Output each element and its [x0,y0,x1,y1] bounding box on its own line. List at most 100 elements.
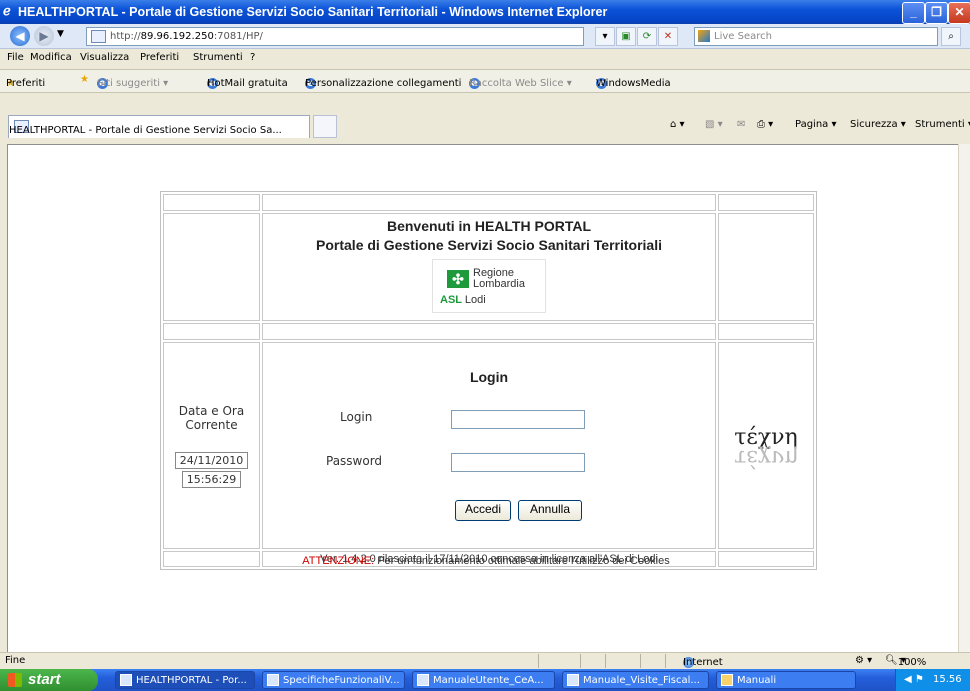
status-divider [538,654,539,668]
tab-row: HEALTHPORTAL - Portale di Gestione Servi… [0,93,970,144]
taskbar-item-manuale-visite[interactable]: Manuale_Visite_Fiscal... [562,671,709,689]
compatibility-icon[interactable]: ▣ [616,27,636,46]
fav-label: WindowsMedia [596,78,671,89]
taskbar-item-healthportal[interactable]: HEALTHPORTAL - Por... [115,671,255,689]
region-name: Regione Lombardia [473,267,525,290]
tab-title: HEALTHPORTAL - Portale di Gestione Servi… [9,125,282,136]
zone-label: Internet [683,657,723,668]
datetime-label: Data e Ora Corrente [178,403,245,432]
login-label: Login [340,410,373,424]
tools-menu[interactable]: Strumenti ▾ [915,119,970,130]
header-left-cell [163,213,260,321]
spacer-cell [262,323,716,340]
accedi-button[interactable]: Accedi [455,500,511,521]
page-content: Benvenuti in HEALTH PORTAL Portale di Ge… [7,144,962,654]
stop-button[interactable]: ✕ [658,27,678,46]
document-icon [267,674,279,686]
favorites-bar: ★ Preferiti ★ e Siti suggeriti ▾ e HotMail… [0,70,970,93]
task-label: HEALTHPORTAL - Por... [136,675,247,686]
spacer-cell [718,323,814,340]
start-button[interactable]: start [0,669,98,691]
techne-logo-cell: τέχνη τέχνη [718,342,814,549]
asl-lodi-logo: ✣ Regione Lombardia ASL Lodi [432,259,546,313]
minimize-button[interactable]: _ [902,2,925,24]
login-input[interactable] [451,410,585,429]
document-icon [567,674,579,686]
refresh-button[interactable]: ⟳ [637,27,657,46]
search-placeholder: Live Search [714,31,772,42]
zoom-level: 100% [897,657,927,668]
portal-subtitle: Portale di Gestione Servizi Socio Sanita… [316,237,662,253]
home-icon[interactable]: ⌂ ▾ [670,119,685,130]
fav-label: Siti suggeriti ▾ [97,78,169,89]
spacer-cell [718,194,814,211]
fav-label: Raccolta Web Slice ▾ [469,78,572,89]
favorites-label: Preferiti [6,78,46,89]
menu-bar: File Modifica Visualizza Preferiti Strum… [0,49,970,70]
menu-visualizza[interactable]: Visualizza [80,52,129,63]
status-divider [665,654,666,668]
menu-modifica[interactable]: Modifica [30,52,72,63]
url-prefix: http:// [110,31,141,42]
recent-pages-dropdown-icon[interactable]: ▼ [57,29,64,39]
window-title-bar[interactable]: ℯ HEALTHPORTAL - Portale di Gestione Ser… [0,0,970,24]
ie-icon: ℯ [3,3,11,18]
page-menu[interactable]: Pagina ▾ [795,119,837,130]
url-path: :7081/HP/ [213,31,263,42]
network-icon[interactable]: ◀ ⚑ [904,674,924,685]
header-right-cell [718,213,814,321]
ie-icon [120,674,132,686]
spacer-cell [163,194,260,211]
page-icon [91,29,106,43]
current-time: 15:56:29 [181,470,242,488]
task-label: ManualeUtente_CeA... [433,675,544,686]
current-date: 24/11/2010 [174,451,249,469]
spacer-cell [262,194,716,211]
status-bar: Fine Internet ⚙ ▾ 🔍︎ 100% ▾ [0,652,970,670]
menu-help[interactable]: ? [250,52,255,63]
password-input[interactable] [451,453,585,472]
fav-label: Personalizzazione collegamenti [305,78,462,89]
search-icon[interactable]: ⌕ [941,27,961,46]
url-host: 89.96.192.250 [140,31,214,42]
windows-taskbar: start HEALTHPORTAL - Por... SpecificheFu… [0,669,970,691]
warning-text: Per un funzionamento ottimale abilitare … [374,555,670,567]
security-menu[interactable]: Sicurezza ▾ [850,119,906,130]
document-icon [417,674,429,686]
asl-name: ASL Lodi [440,294,486,306]
fav-label: HotMail gratuita [207,78,288,89]
protected-mode-icon[interactable]: ⚙ ▾ [855,655,872,666]
annulla-button[interactable]: Annulla [518,500,582,521]
spacer-cell [163,323,260,340]
zoom-control[interactable]: 🔍︎ 100% ▾ [885,655,926,668]
search-input[interactable]: Live Search [694,27,938,46]
forward-button[interactable]: ▶ [34,26,54,46]
login-form: Login Login Password Accedi Annulla [262,342,716,549]
print-icon[interactable]: ⎙ ▾ [757,119,773,130]
back-button[interactable]: ◀ [10,26,30,46]
task-label: Manuali [737,675,777,686]
maximize-button[interactable]: ❐ [925,2,948,24]
address-toolbar: ◀ ▶ ▼ http://89.96.192.250:7081/HP/ ▾ ▣ … [0,24,970,49]
menu-preferiti[interactable]: Preferiti [140,52,179,63]
address-bar[interactable]: http://89.96.192.250:7081/HP/ [86,27,584,46]
taskbar-item-manualeutente[interactable]: ManualeUtente_CeA... [412,671,555,689]
menu-file[interactable]: File [7,52,24,63]
task-label: SpecificheFunzionaliV... [283,675,400,686]
feeds-icon[interactable]: ▧ ▾ [705,119,723,130]
address-dropdown-button[interactable]: ▾ [595,27,615,46]
portal-layout-table: Benvenuti in HEALTH PORTAL Portale di Ge… [160,191,817,570]
login-title: Login [469,369,509,385]
tab-healthportal[interactable]: HEALTHPORTAL - Portale di Gestione Servi… [8,115,310,138]
add-favorite-icon[interactable]: ★ [80,74,89,85]
close-button[interactable]: ✕ [948,2,970,24]
task-label: Manuale_Visite_Fiscal... [583,675,700,686]
clock[interactable]: 15.56 [933,674,962,685]
taskbar-item-manuali[interactable]: Manuali [716,671,856,689]
new-tab-button[interactable] [313,115,337,138]
menu-strumenti[interactable]: Strumenti [193,52,243,63]
mail-icon[interactable]: ✉ [737,119,745,130]
windows-flag-icon [8,673,22,688]
taskbar-item-specifiche[interactable]: SpecificheFunzionaliV... [262,671,405,689]
vertical-scrollbar[interactable] [958,144,970,652]
